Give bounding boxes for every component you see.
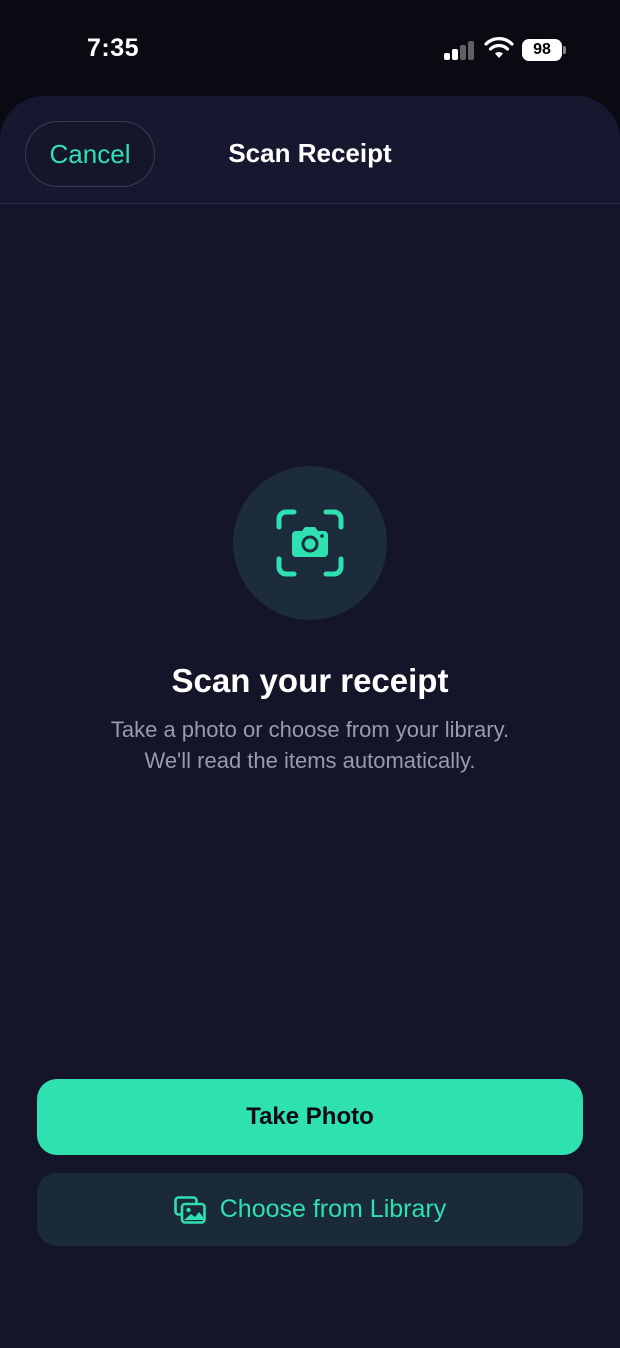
sheet-header: Cancel Scan Receipt [0, 96, 620, 204]
wifi-icon [484, 37, 514, 58]
take-photo-label: Take Photo [246, 1103, 374, 1130]
scan-icon-circle [233, 466, 387, 620]
battery-level: 98 [522, 39, 562, 61]
scan-description-line-2: We'll read the items automatically. [144, 748, 476, 773]
scan-description-line-1: Take a photo or choose from your library… [110, 717, 510, 742]
status-time: 7:35 [87, 34, 140, 62]
page-title: Scan Receipt [228, 138, 392, 168]
screen: 7:35 98 Cancel Scan Receipt Scan your re… [0, 0, 620, 1348]
status-bar: 7:35 98 [0, 0, 620, 96]
scan-heading: Scan your receipt [171, 662, 449, 699]
camera-viewfinder-icon [276, 509, 344, 577]
scan-description: Take a photo or choose from your library… [60, 714, 560, 776]
take-photo-button[interactable]: Take Photo [37, 1079, 583, 1155]
choose-from-library-button[interactable]: Choose from Library [37, 1173, 583, 1246]
photo-library-icon [173, 1195, 206, 1224]
battery-icon: 98 [522, 39, 566, 61]
cellular-signal-icon [444, 40, 476, 60]
choose-from-library-label: Choose from Library [219, 1195, 447, 1223]
scan-receipt-sheet: Cancel Scan Receipt Scan your receipt Ta… [0, 96, 620, 1348]
